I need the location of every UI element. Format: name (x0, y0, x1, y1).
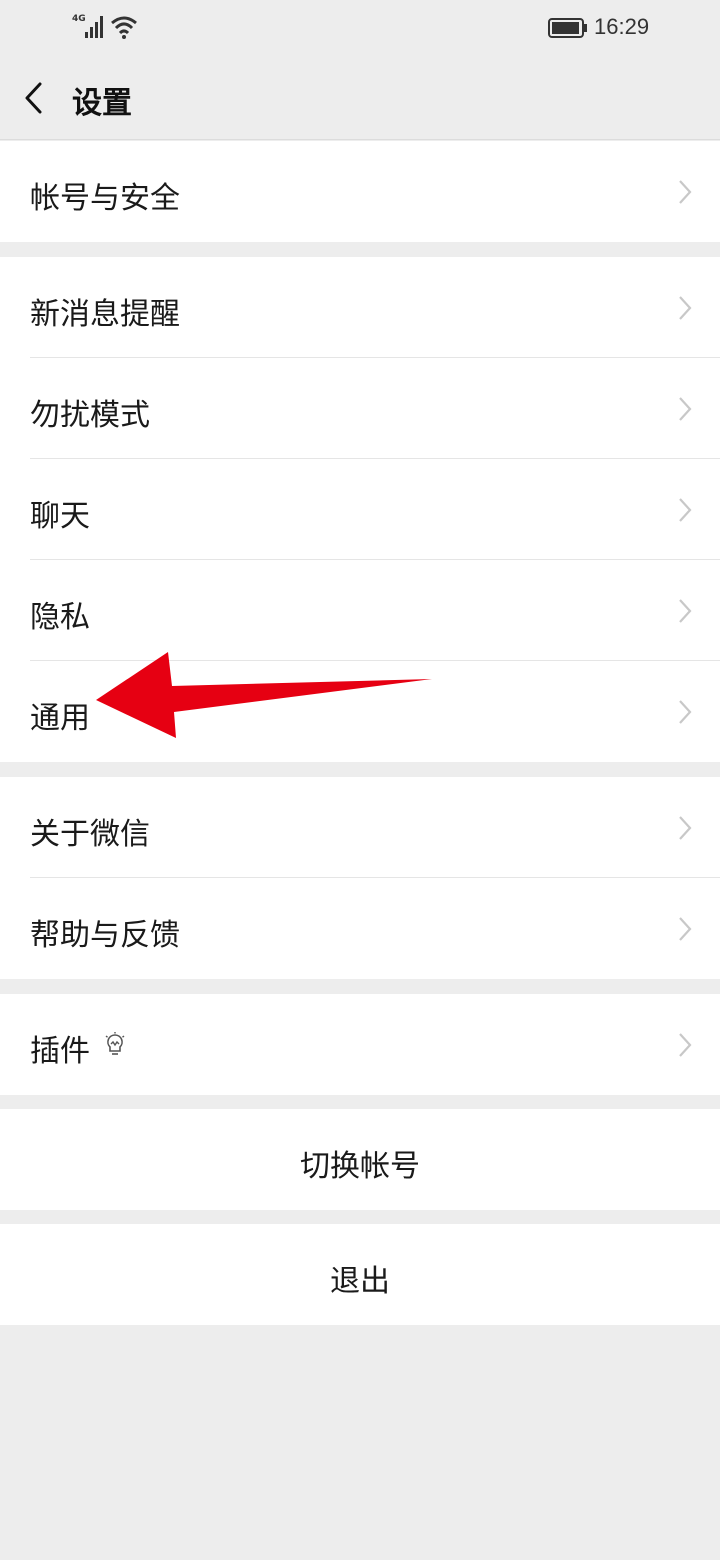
chevron-right-icon (679, 917, 692, 941)
menu-item-label: 新消息提醒 (30, 297, 180, 332)
logout-label: 退出 (330, 1264, 390, 1299)
page-title: 设置 (72, 86, 132, 121)
settings-group-plugins: 插件 (0, 994, 720, 1095)
menu-item-label: 聊天 (30, 499, 90, 534)
status-bar: 4G 16:29 (0, 0, 720, 56)
menu-item-account-security[interactable]: 帐号与安全 (0, 141, 720, 242)
logout-button[interactable]: 退出 (0, 1224, 720, 1325)
chevron-right-icon (679, 1033, 692, 1057)
switch-account-label: 切换帐号 (300, 1149, 420, 1184)
menu-item-plugins[interactable]: 插件 (0, 994, 720, 1095)
menu-item-privacy[interactable]: 隐私 (0, 560, 720, 661)
back-arrow-icon[interactable] (20, 80, 50, 116)
menu-item-label: 关于微信 (30, 817, 150, 852)
settings-group-about: 关于微信 帮助与反馈 (0, 777, 720, 979)
menu-item-new-message-alert[interactable]: 新消息提醒 (0, 257, 720, 358)
settings-group-main: 新消息提醒 勿扰模式 聊天 隐私 通用 (0, 257, 720, 762)
menu-item-about-wechat[interactable]: 关于微信 (0, 777, 720, 878)
clock: 16:29 (594, 14, 650, 39)
menu-item-label: 帮助与反馈 (30, 918, 180, 953)
chevron-right-icon (679, 599, 692, 623)
menu-item-label: 勿扰模式 (30, 398, 150, 433)
menu-item-label: 帐号与安全 (30, 181, 180, 216)
chevron-right-icon (679, 700, 692, 724)
chevron-right-icon (679, 816, 692, 840)
menu-item-general[interactable]: 通用 (0, 661, 720, 762)
nav-bar: 设置 (0, 56, 720, 140)
menu-item-label: 插件 (30, 1034, 90, 1069)
chevron-right-icon (679, 498, 692, 522)
chevron-right-icon (679, 180, 692, 204)
switch-account-button[interactable]: 切换帐号 (0, 1109, 720, 1210)
menu-item-label: 隐私 (30, 600, 90, 635)
battery-icon (548, 18, 587, 38)
menu-item-help-feedback[interactable]: 帮助与反馈 (0, 878, 720, 979)
chevron-right-icon (679, 397, 692, 421)
chevron-right-icon (679, 296, 692, 320)
settings-group-account: 帐号与安全 (0, 141, 720, 242)
menu-item-label: 通用 (30, 701, 90, 736)
wifi-icon (111, 16, 137, 39)
lightbulb-icon (105, 1032, 125, 1055)
menu-item-chat[interactable]: 聊天 (0, 459, 720, 560)
menu-item-do-not-disturb[interactable]: 勿扰模式 (0, 358, 720, 459)
signal-icon (85, 16, 103, 38)
